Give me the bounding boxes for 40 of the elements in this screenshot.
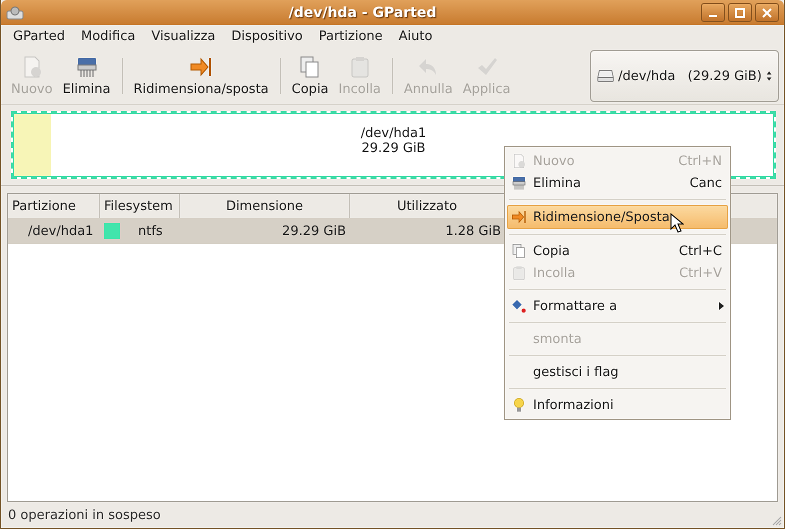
partition-name: /dev/hda1 <box>360 126 426 141</box>
toolbar-button[interactable]: Ridimensiona/sposta <box>128 52 274 100</box>
mouse-pointer-icon <box>670 213 684 233</box>
table-cell-text: 29.29 GiB <box>281 224 347 238</box>
status-text: 0 operazioni in sospeso <box>8 508 161 522</box>
menu-item[interactable]: Modifica <box>73 29 144 44</box>
table-cell: ntfs <box>138 224 163 238</box>
window-title: /dev/hda - GParted <box>288 4 438 20</box>
minimize-button[interactable] <box>701 3 725 22</box>
shredder-icon <box>511 175 527 191</box>
menu-item[interactable]: Partizione <box>310 29 391 44</box>
menu-item[interactable]: Aiuto <box>390 29 440 44</box>
maximize-button[interactable] <box>728 3 752 22</box>
device-selector[interactable]: /dev/hda (29.29 GiB) <box>590 50 779 102</box>
context-menu-item[interactable]: Informazioni <box>505 394 730 416</box>
toolbar-button[interactable]: Copia <box>286 52 334 100</box>
resize-grip-icon <box>772 516 782 526</box>
close-button[interactable] <box>755 3 779 22</box>
clipboard-icon <box>511 265 527 281</box>
close-icon <box>762 8 772 18</box>
minimize-icon <box>709 15 717 17</box>
spin-arrows-icon <box>766 69 772 83</box>
table-cell-text: 1.28 GiB <box>444 224 502 238</box>
app-icon <box>6 6 24 20</box>
table-cell-text: /dev/hda1 <box>27 224 94 238</box>
lightbulb-icon <box>511 397 527 413</box>
toolbar-button[interactable]: Elimina <box>58 52 116 100</box>
maximize-icon <box>735 8 745 18</box>
shredder-icon <box>74 55 99 79</box>
new-document-icon <box>511 153 527 169</box>
partition-size: 29.29 GiB <box>362 141 426 156</box>
arrow-right-icon <box>511 209 527 225</box>
arrow-right-icon <box>189 55 214 79</box>
menu-item[interactable]: Visualizza <box>143 29 224 44</box>
documents-icon <box>511 243 527 259</box>
hard-disk-icon <box>597 68 614 84</box>
menu-item[interactable]: Dispositivo <box>223 29 311 44</box>
context-menu-item[interactable]: gestisci i flag <box>505 361 730 383</box>
menu-item[interactable]: GParted <box>5 29 73 44</box>
context-menu-item[interactable]: Formattare a <box>505 295 730 317</box>
